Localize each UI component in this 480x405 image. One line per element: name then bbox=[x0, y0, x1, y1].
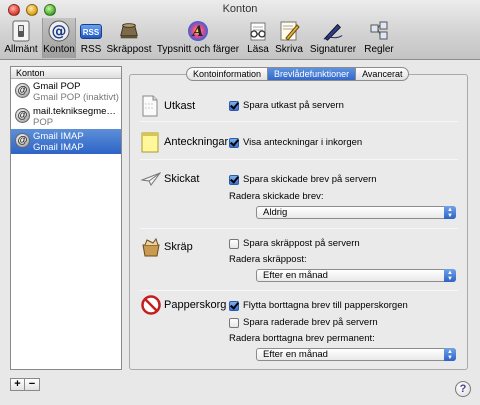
checkbox-box[interactable] bbox=[229, 238, 239, 249]
sent-title: Skickat bbox=[164, 173, 200, 185]
trash-title: Papperskorg bbox=[164, 299, 227, 311]
account-buttons: + − bbox=[10, 378, 40, 391]
toolbar-general[interactable]: Allmänt bbox=[2, 18, 40, 58]
section-divider bbox=[140, 290, 458, 291]
preferences-window: Konton Allmänt @ Konton RSS RSS Skräppos… bbox=[0, 0, 480, 405]
popup-value: Aldrig bbox=[263, 207, 288, 218]
window-title: Konton bbox=[222, 3, 258, 15]
account-detail: Gmail POP (inaktivt) bbox=[33, 92, 119, 103]
popup-value: Efter en månad bbox=[263, 349, 328, 360]
delete-trash-label: Radera borttagna brev permanent: bbox=[229, 333, 375, 344]
popup-arrows-icon: ▲ ▼ bbox=[444, 269, 456, 282]
junk-mail-icon bbox=[118, 20, 140, 42]
section-divider bbox=[140, 228, 458, 229]
toolbar-signatures-label: Signaturer bbox=[309, 44, 357, 55]
accounts-list-header: Konton bbox=[11, 67, 121, 79]
popup-value: Efter en månad bbox=[263, 270, 328, 281]
toolbar-junk-label: Skräppost bbox=[106, 44, 152, 55]
store-sent-on-server-checkbox[interactable]: Spara skickade brev på servern bbox=[229, 174, 377, 185]
toolbar-rss-label: RSS bbox=[80, 44, 102, 55]
toolbar-accounts[interactable]: @ Konton bbox=[42, 18, 76, 58]
checkbox-box[interactable] bbox=[229, 100, 239, 111]
no-entry-trash-icon bbox=[141, 294, 161, 316]
notes-title: Anteckningar bbox=[164, 136, 229, 148]
draft-document-icon bbox=[141, 95, 161, 117]
move-deleted-to-trash-checkbox[interactable]: Flytta borttagna brev till papperskorgen bbox=[229, 300, 408, 311]
toolbar-general-label: Allmänt bbox=[4, 44, 38, 55]
checkbox-label: Spara utkast på servern bbox=[243, 100, 344, 111]
toolbar-viewing-label: Läsa bbox=[247, 44, 269, 55]
delete-trash-popup[interactable]: Efter en månad ▲ ▼ bbox=[256, 348, 456, 361]
checkbox-label: Spara skickade brev på servern bbox=[243, 174, 377, 185]
tab-mailbox-behaviors[interactable]: Brevlådefunktioner bbox=[268, 68, 357, 80]
toolbar-rules-label: Regler bbox=[364, 44, 394, 55]
checkbox-label: Visa anteckningar i inkorgen bbox=[243, 137, 363, 148]
help-button[interactable]: ? bbox=[455, 381, 471, 397]
at-sign-icon: @ bbox=[15, 133, 30, 148]
glasses-icon bbox=[247, 20, 269, 42]
account-detail: Gmail IMAP bbox=[33, 142, 84, 153]
accounts-list: Konton @ Gmail POP Gmail POP (inaktivt) … bbox=[10, 66, 122, 370]
toolbar-composing[interactable]: Skriva bbox=[274, 18, 304, 58]
rss-icon: RSS bbox=[80, 20, 102, 42]
title-bar: Konton Allmänt @ Konton RSS RSS Skräppos… bbox=[0, 0, 480, 60]
save-drafts-on-server-checkbox[interactable]: Spara utkast på servern bbox=[229, 100, 344, 111]
delete-sent-label: Radera skickade brev: bbox=[229, 191, 324, 202]
popup-arrows-icon: ▲ ▼ bbox=[444, 348, 456, 361]
account-detail: POP bbox=[33, 117, 54, 128]
sent-paper-plane-icon bbox=[140, 168, 162, 190]
account-item-selected[interactable]: @ Gmail IMAP Gmail IMAP bbox=[11, 129, 121, 154]
drafts-title: Utkast bbox=[164, 100, 196, 112]
toolbar-composing-label: Skriva bbox=[275, 44, 303, 55]
toolbar-accounts-label: Konton bbox=[43, 44, 75, 55]
delete-junk-popup[interactable]: Efter en månad ▲ ▼ bbox=[256, 269, 456, 282]
checkbox-box[interactable] bbox=[229, 137, 239, 148]
at-sign-icon: @ bbox=[15, 108, 30, 123]
toolbar-rss[interactable]: RSS RSS bbox=[78, 18, 104, 58]
store-junk-on-server-checkbox[interactable]: Spara skräppost på servern bbox=[229, 238, 360, 249]
section-divider bbox=[140, 159, 458, 160]
toolbar-signatures[interactable]: Signaturer bbox=[306, 18, 360, 58]
checkbox-label: Spara raderade brev på servern bbox=[243, 317, 378, 328]
remove-account-button[interactable]: − bbox=[25, 378, 40, 391]
at-sign-icon: @ bbox=[48, 20, 70, 42]
account-name: Gmail POP bbox=[33, 81, 81, 92]
toolbar-viewing[interactable]: Läsa bbox=[244, 18, 272, 58]
checkbox-box[interactable] bbox=[229, 174, 239, 185]
account-name: Gmail IMAP bbox=[33, 131, 84, 142]
popup-arrows-icon: ▲ ▼ bbox=[444, 206, 456, 219]
section-divider bbox=[140, 121, 458, 122]
fonts-icon: A bbox=[187, 20, 209, 42]
add-account-button[interactable]: + bbox=[10, 378, 25, 391]
account-name: mail.tekniksegme… bbox=[33, 106, 116, 117]
at-sign-icon: @ bbox=[15, 83, 30, 98]
toolbar-fonts[interactable]: A Typsnitt och färger bbox=[154, 18, 242, 58]
junk-box-icon bbox=[141, 236, 161, 258]
checkbox-label: Flytta borttagna brev till papperskorgen bbox=[243, 300, 408, 311]
fountain-pen-icon bbox=[322, 20, 344, 42]
rules-icon bbox=[368, 20, 390, 42]
toolbar-junk[interactable]: Skräppost bbox=[106, 18, 152, 58]
junk-title: Skräp bbox=[164, 241, 193, 253]
account-item[interactable]: @ mail.tekniksegme… POP bbox=[11, 104, 121, 129]
pencil-icon bbox=[278, 20, 300, 42]
checkbox-box[interactable] bbox=[229, 317, 239, 328]
checkbox-box[interactable] bbox=[229, 300, 239, 311]
delete-junk-label: Radera skräppost: bbox=[229, 254, 307, 265]
notes-icon bbox=[141, 131, 161, 153]
svg-text:A: A bbox=[191, 24, 204, 40]
tab-bar: Kontoinformation Brevlådefunktioner Avan… bbox=[186, 67, 410, 81]
account-item[interactable]: @ Gmail POP Gmail POP (inaktivt) bbox=[11, 79, 121, 104]
svg-text:@: @ bbox=[52, 22, 67, 40]
tab-account-information[interactable]: Kontoinformation bbox=[187, 68, 269, 80]
store-deleted-on-server-checkbox[interactable]: Spara raderade brev på servern bbox=[229, 317, 378, 328]
switch-icon bbox=[10, 20, 32, 42]
checkbox-label: Spara skräppost på servern bbox=[243, 238, 360, 249]
toolbar-rules[interactable]: Regler bbox=[362, 18, 396, 58]
toolbar-fonts-label: Typsnitt och färger bbox=[156, 44, 240, 55]
show-notes-in-inbox-checkbox[interactable]: Visa anteckningar i inkorgen bbox=[229, 137, 362, 148]
delete-sent-popup[interactable]: Aldrig ▲ ▼ bbox=[256, 206, 456, 219]
tab-advanced[interactable]: Avancerat bbox=[356, 68, 408, 80]
